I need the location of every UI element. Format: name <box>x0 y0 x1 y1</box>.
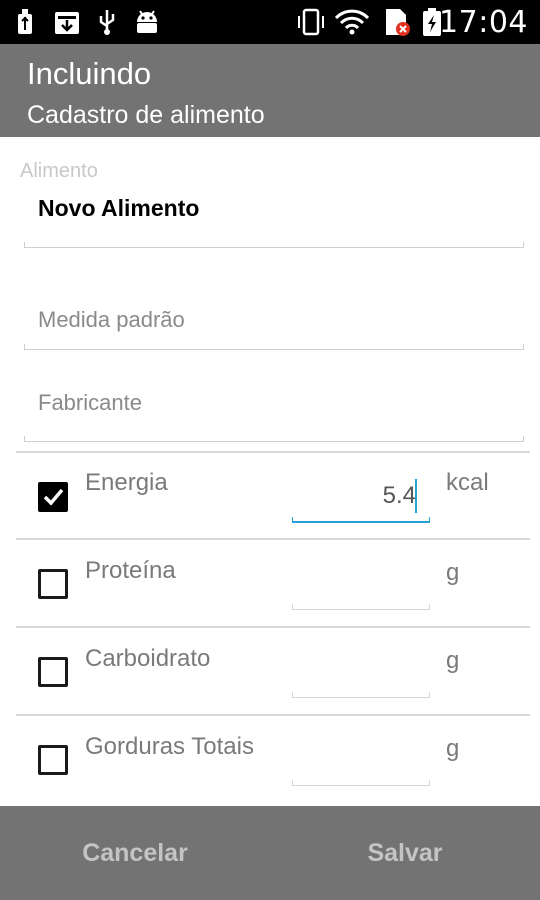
android-icon <box>132 8 162 36</box>
medida-padrao-underline <box>24 344 524 350</box>
energia-label: Energia <box>85 469 168 496</box>
usb-debug-icon <box>14 8 36 36</box>
alimento-underline <box>24 242 524 248</box>
proteina-checkbox[interactable] <box>38 569 68 599</box>
proteina-label: Proteína <box>85 557 176 584</box>
gorduras-totais-checkbox[interactable] <box>38 745 68 775</box>
energia-value-underline <box>292 517 430 523</box>
page-title: Incluindo <box>27 56 152 91</box>
gorduras-totais-label: Gorduras Totais <box>85 733 254 760</box>
carboidrato-checkbox[interactable] <box>38 657 68 687</box>
fabricante-input[interactable]: Fabricante <box>38 390 142 416</box>
gorduras-totais-value-underline <box>292 780 430 786</box>
divider <box>16 626 530 628</box>
carboidrato-value-underline <box>292 692 430 698</box>
text-cursor <box>415 479 417 513</box>
carboidrato-unit: g <box>446 647 460 674</box>
gorduras-totais-unit: g <box>446 735 460 762</box>
medida-padrao-input[interactable]: Medida padrão <box>38 307 185 333</box>
usb-icon <box>96 8 118 36</box>
save-button[interactable]: Salvar <box>270 806 540 900</box>
alimento-input[interactable]: Novo Alimento <box>38 195 199 222</box>
bottom-action-bar: Cancelar Salvar <box>0 806 540 900</box>
energia-unit: kcal <box>446 469 489 496</box>
energia-checkbox[interactable] <box>38 482 68 512</box>
divider <box>16 538 530 540</box>
check-icon <box>43 488 64 506</box>
energia-value-input[interactable]: 5.4 <box>292 482 430 510</box>
vibrate-icon <box>296 8 326 36</box>
divider <box>16 451 530 453</box>
download-icon <box>52 8 82 36</box>
wifi-icon <box>334 8 370 36</box>
status-time: 17:04 <box>439 5 528 40</box>
proteina-value-underline <box>292 604 430 610</box>
carboidrato-label: Carboidrato <box>85 645 211 672</box>
page-subtitle: Cadastro de alimento <box>27 101 265 129</box>
alimento-floating-label: Alimento <box>20 160 98 182</box>
status-bar: 17:04 <box>0 0 540 44</box>
divider <box>16 714 530 716</box>
no-sim-icon <box>382 8 412 36</box>
fabricante-underline <box>24 436 524 442</box>
cancel-button[interactable]: Cancelar <box>0 806 270 900</box>
proteina-unit: g <box>446 559 460 586</box>
